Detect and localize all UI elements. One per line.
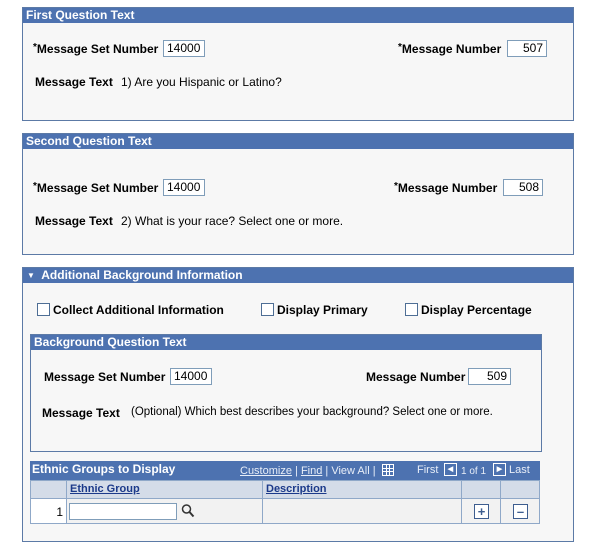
message-text-value: 1) Are you Hispanic or Latino? <box>121 75 282 89</box>
message-text-value: 2) What is your race? Select one or more… <box>121 214 344 228</box>
collect-additional-label: Collect Additional Information <box>53 303 224 317</box>
message-number-label: Message Number <box>366 370 466 384</box>
row-number: 1 <box>56 505 63 519</box>
next-arrow-icon[interactable]: ▶ <box>493 463 506 476</box>
message-number-label: *Message Number <box>394 181 498 195</box>
message-text-label: Message Text <box>35 214 113 228</box>
message-text-label: Message Text <box>35 75 113 89</box>
display-percentage-checkbox[interactable] <box>405 303 418 316</box>
find-link[interactable]: Find <box>301 465 322 477</box>
last-label: Last <box>509 464 530 476</box>
collect-additional-checkbox[interactable] <box>37 303 50 316</box>
message-number-label: *Message Number <box>398 42 502 56</box>
grid-delete-column-head <box>500 480 540 499</box>
message-text-label: Message Text <box>42 406 120 420</box>
column-header-ethnic-group[interactable]: Ethnic Group <box>66 480 263 499</box>
message-set-number-field[interactable]: 14000 <box>163 179 205 196</box>
description-cell <box>262 498 462 524</box>
additional-background-section: ▼ Additional Background Information Coll… <box>22 267 574 542</box>
additional-background-header[interactable]: ▼ Additional Background Information <box>23 268 573 283</box>
lookup-search-icon[interactable] <box>181 503 195 519</box>
grid-add-column-head <box>461 480 501 499</box>
display-primary-checkbox[interactable] <box>261 303 274 316</box>
message-set-number-label: *Message Set Number <box>33 42 159 56</box>
second-question-section: Second Question Text *Message Set Number… <box>22 133 574 255</box>
second-question-header: Second Question Text <box>23 134 573 149</box>
message-set-number-field[interactable]: 14000 <box>170 368 212 385</box>
add-row-cell: + <box>461 498 501 524</box>
display-primary-label: Display Primary <box>277 303 368 317</box>
ethnic-group-cell <box>66 498 263 524</box>
ethnic-groups-grid-header: Ethnic Groups to Display Customize | Fin… <box>30 461 540 480</box>
previous-arrow-icon[interactable]: ◀ <box>444 463 457 476</box>
delete-row-button[interactable]: – <box>513 504 528 519</box>
display-percentage-label: Display Percentage <box>421 303 532 317</box>
grid-corner-cell <box>30 480 67 499</box>
column-header-description[interactable]: Description <box>262 480 462 499</box>
table-row: 1 <box>30 498 67 524</box>
page-range: 1 of 1 <box>461 466 487 477</box>
message-text-value: (Optional) Which best describes your bac… <box>131 406 493 418</box>
message-number-field[interactable]: 509 <box>468 368 511 385</box>
delete-row-cell: – <box>500 498 540 524</box>
message-set-number-label: Message Set Number <box>44 370 166 384</box>
first-question-section: First Question Text *Message Set Number … <box>22 7 574 121</box>
message-set-number-field[interactable]: 14000 <box>163 40 205 57</box>
spreadsheet-icon[interactable] <box>382 464 394 476</box>
view-all-link[interactable]: View All <box>331 465 369 477</box>
customize-link[interactable]: Customize <box>240 465 292 477</box>
background-question-header: Background Question Text <box>31 335 541 350</box>
message-number-field[interactable]: 508 <box>503 179 543 196</box>
grid-title: Ethnic Groups to Display <box>32 462 176 476</box>
ethnic-group-input[interactable] <box>69 503 177 520</box>
message-number-field[interactable]: 507 <box>507 40 547 57</box>
first-question-header: First Question Text <box>23 8 573 23</box>
background-question-section: Background Question Text Message Set Num… <box>30 334 542 452</box>
collapse-arrow-icon[interactable]: ▼ <box>27 271 35 280</box>
add-row-button[interactable]: + <box>474 504 489 519</box>
first-label: First <box>417 464 439 476</box>
message-set-number-label: *Message Set Number <box>33 181 159 195</box>
